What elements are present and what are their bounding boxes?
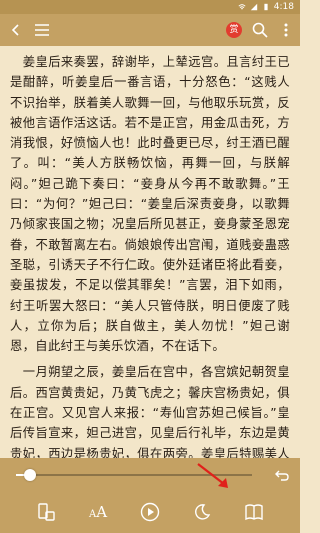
orientation-button[interactable] xyxy=(32,498,60,526)
reading-content: 姜皇后来奏罢，辞谢毕，上辇远宫。且言纣王已是酣醉，听姜皇后一番言语，十分怒色：“… xyxy=(0,46,300,458)
annotation-arrow-icon xyxy=(197,463,228,488)
font-size-large-a: A xyxy=(96,502,108,521)
status-bar: 4:18 xyxy=(0,0,300,14)
paragraph: 一月朔望之辰，姜皇后在宫中，各宫嫔妃朝贺皇后。西宫黄贵妃，乃黄飞虎之；馨庆宫杨贵… xyxy=(10,365,290,458)
bottom-toolbar: AA xyxy=(0,490,300,533)
search-button[interactable] xyxy=(250,20,270,40)
more-icon xyxy=(284,23,288,37)
play-icon xyxy=(140,502,160,521)
font-size-icon: AA xyxy=(89,503,107,521)
bookshelf-icon xyxy=(245,503,263,520)
battery-icon xyxy=(264,3,268,11)
wifi-icon xyxy=(238,4,246,10)
bookshelf-button[interactable] xyxy=(240,498,268,526)
night-mode-button[interactable] xyxy=(188,498,216,526)
undo-progress-button[interactable] xyxy=(272,466,292,484)
back-icon xyxy=(11,24,19,36)
signal-icon xyxy=(250,3,257,11)
reward-button[interactable]: 赏 xyxy=(224,20,244,40)
paragraph: 姜皇后来奏罢，辞谢毕，上辇远宫。且言纣王已是酣醉，听姜皇后一番言语，十分怒色：“… xyxy=(10,55,290,354)
progress-bar-area xyxy=(0,458,300,490)
reward-badge: 赏 xyxy=(226,22,242,38)
undo-icon xyxy=(275,470,289,481)
play-button[interactable] xyxy=(136,498,164,526)
phone-rotate-icon xyxy=(38,502,55,521)
status-time: 4:18 xyxy=(273,2,294,12)
table-of-contents-button[interactable] xyxy=(32,20,52,40)
back-button[interactable] xyxy=(6,20,26,40)
search-icon xyxy=(252,22,268,38)
more-button[interactable] xyxy=(276,20,296,40)
progress-thumb[interactable] xyxy=(24,469,37,481)
font-size-button[interactable]: AA xyxy=(84,498,112,526)
menu-icon xyxy=(35,24,49,36)
night-mode-icon xyxy=(195,503,211,520)
top-toolbar: 赏 xyxy=(0,14,300,46)
